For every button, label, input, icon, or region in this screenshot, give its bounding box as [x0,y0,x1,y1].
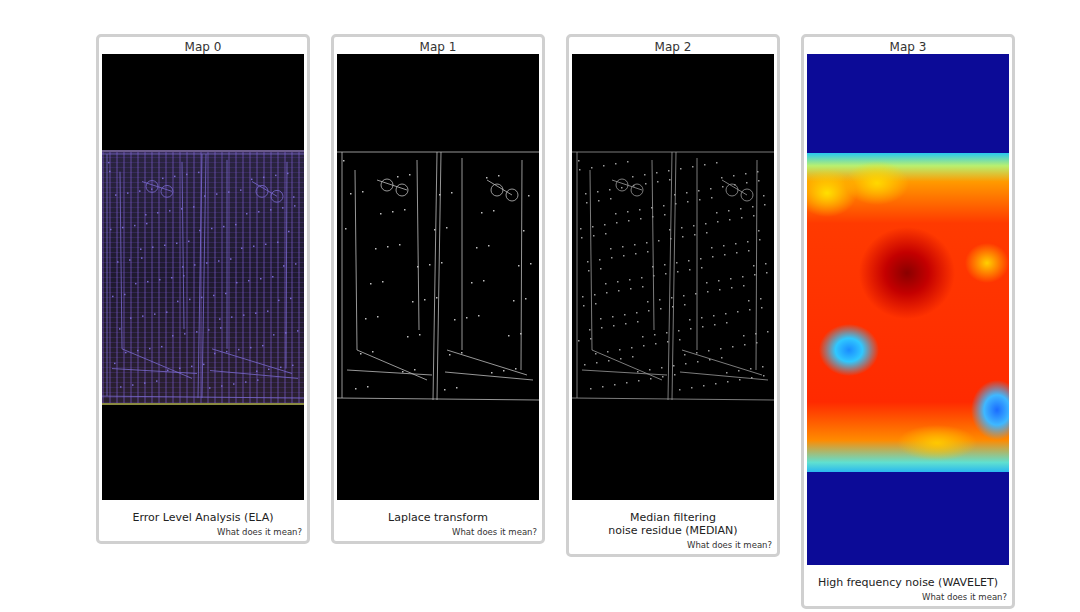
map-caption: Error Level Analysis (ELA) [102,500,304,524]
map-title: Map 0 [102,37,304,54]
caption-line: Laplace transform [337,511,539,524]
map-image [337,54,539,500]
caption-line: Median filtering [572,511,774,524]
help-link[interactable]: What does it mean? [807,589,1009,603]
map-content [102,150,304,405]
map-card: Map 0 Error Level Analysis (ELA)What does… [96,34,310,544]
map-card: Map 3 High frequency noise (WAVELET)What … [801,34,1015,609]
map-caption: Laplace transform [337,500,539,524]
map-card: Map 1 Laplace transformWhat does it mean? [331,34,545,544]
map-title: Map 3 [807,37,1009,54]
map-image [102,54,304,500]
maps-strip: Map 0Error Level Analysis (ELA)What does… [0,0,1080,609]
map-content [337,150,539,405]
map-image [572,54,774,500]
map-caption: Median filteringnoise residue (MEDIAN) [572,500,774,537]
help-link[interactable]: What does it mean? [102,524,304,538]
map-caption: High frequency noise (WAVELET) [807,565,1009,589]
map-image [807,54,1009,565]
map-title: Map 1 [337,37,539,54]
help-link[interactable]: What does it mean? [572,537,774,551]
caption-line: High frequency noise (WAVELET) [807,576,1009,589]
caption-line: Error Level Analysis (ELA) [102,511,304,524]
map-content [807,153,1009,472]
help-link[interactable]: What does it mean? [337,524,539,538]
map-card: Map 2 Median filteringnoise residue (MEDI… [566,34,780,557]
map-title: Map 2 [572,37,774,54]
caption-line: noise residue (MEDIAN) [572,524,774,537]
map-content [572,150,774,405]
